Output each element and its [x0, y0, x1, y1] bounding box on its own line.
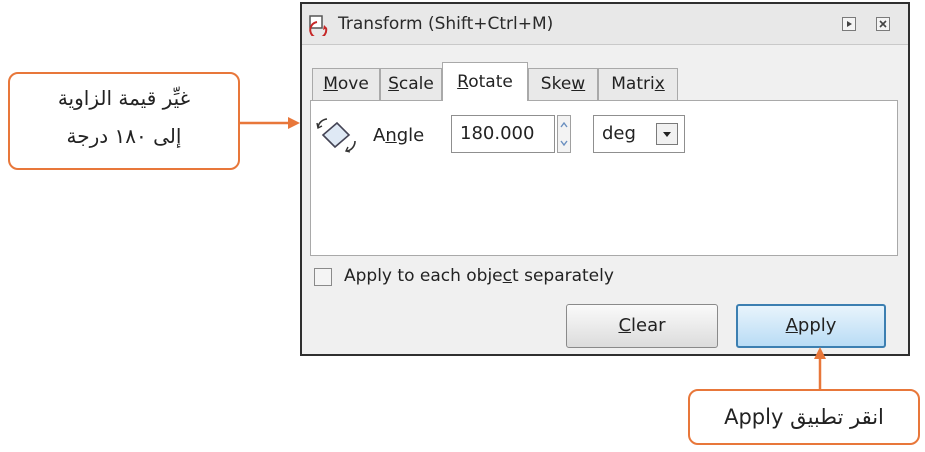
angle-arrow — [240, 117, 300, 129]
tab-rotate-rest: otate — [468, 72, 513, 92]
tab-rotate[interactable]: Rotate — [442, 62, 528, 101]
apply-arrow — [814, 347, 826, 389]
tab-rotate-mnemonic: R — [457, 72, 469, 92]
